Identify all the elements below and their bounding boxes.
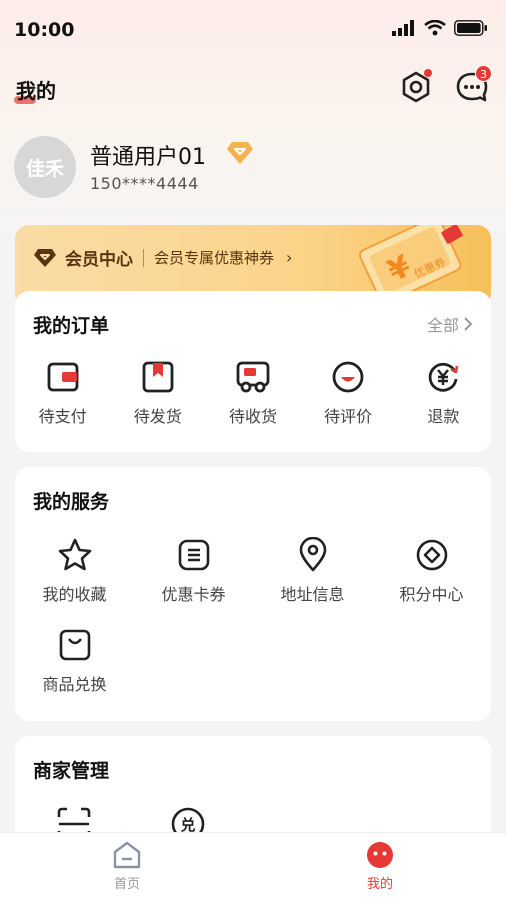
service-address[interactable]: 地址信息 [253, 537, 372, 605]
tab-label: 我的 [366, 877, 393, 892]
username: 普通用户01 [90, 145, 206, 170]
tab-label: 首页 [113, 877, 140, 892]
order-item-label: 待支付 [38, 407, 87, 426]
service-label: 优惠卡券 [161, 585, 226, 604]
status-time: 10:00 [14, 19, 75, 41]
battery-icon [454, 20, 487, 36]
mine-icon [367, 842, 393, 868]
orders-card: 我的订单 全部 待支付 待发货 待收货 待评价 退款 [15, 291, 491, 452]
star-icon [58, 538, 91, 571]
service-favorites[interactable]: 我的收藏 [15, 537, 134, 605]
bottom-tab-bar: 首页 我的 [0, 832, 506, 900]
service-label: 商品兑换 [42, 675, 107, 694]
merchant-title: 商家管理 [33, 760, 110, 782]
order-item-pending-payment[interactable]: 待支付 [15, 359, 110, 427]
member-banner-content: 会员中心 会员专属优惠神券 › [33, 245, 292, 270]
order-item-pending-shipment[interactable]: 待发货 [110, 359, 205, 427]
settings-button[interactable] [398, 69, 434, 105]
services-title: 我的服务 [33, 491, 110, 513]
order-item-label: 退款 [427, 407, 460, 426]
points-icon [416, 539, 447, 571]
location-icon [299, 537, 326, 572]
package-icon [142, 361, 174, 393]
refund-icon [429, 362, 459, 392]
all-orders-label: 全部 [426, 316, 459, 335]
phone-number: 150****4444 [90, 174, 199, 193]
member-center-title: 会员中心 [65, 250, 133, 270]
truck-icon [236, 361, 270, 393]
bag-icon [59, 629, 90, 661]
chevron-right-icon: › [286, 248, 293, 267]
avatar[interactable]: 佳禾 [14, 136, 76, 198]
page-title-text: 我的 [16, 79, 56, 103]
service-exchange[interactable]: 商品兑换 [15, 627, 134, 695]
service-coupons[interactable]: 优惠卡券 [134, 537, 253, 605]
services-card: 我的服务 我的收藏 优惠卡券 地址信息 积分中心 商品兑换 [15, 467, 491, 721]
order-status-row: 待支付 待发货 待收货 待评价 退款 [15, 359, 491, 427]
status-icons [392, 20, 488, 36]
coupon-icon [178, 539, 209, 571]
wifi-icon [424, 20, 446, 36]
orders-title: 我的订单 [33, 315, 110, 337]
smile-icon [332, 361, 364, 393]
profile-section[interactable]: 佳禾 普通用户01 150****4444 [14, 136, 494, 200]
service-label: 地址信息 [280, 585, 345, 604]
service-label: 积分中心 [399, 585, 464, 604]
order-item-label: 待发货 [133, 407, 182, 426]
message-button[interactable]: 3 [454, 65, 492, 105]
signal-icon [392, 20, 414, 36]
vip-diamond-icon [227, 142, 253, 164]
order-item-pending-review[interactable]: 待评价 [301, 359, 396, 427]
chevron-right-icon [464, 317, 473, 331]
tab-home[interactable]: 首页 [87, 841, 167, 892]
page-title: 我的 [14, 75, 56, 104]
order-item-label: 待评价 [324, 407, 373, 426]
service-points[interactable]: 积分中心 [372, 537, 491, 605]
home-icon [113, 841, 141, 869]
settings-notification-dot [424, 69, 432, 77]
status-bar: 10:00 [0, 0, 506, 62]
order-item-label: 待收货 [228, 407, 277, 426]
member-subtitle: 会员专属优惠神券 [154, 249, 275, 267]
order-item-pending-receipt[interactable]: 待收货 [205, 359, 300, 427]
member-divider [143, 248, 144, 267]
wallet-icon [47, 362, 78, 392]
tab-mine[interactable]: 我的 [340, 841, 420, 892]
all-orders-link[interactable]: 全部 [427, 312, 473, 336]
message-badge: 3 [475, 65, 492, 82]
service-label: 我的收藏 [42, 585, 107, 604]
order-item-refund[interactable]: 退款 [396, 359, 491, 427]
member-diamond-icon [34, 248, 56, 267]
